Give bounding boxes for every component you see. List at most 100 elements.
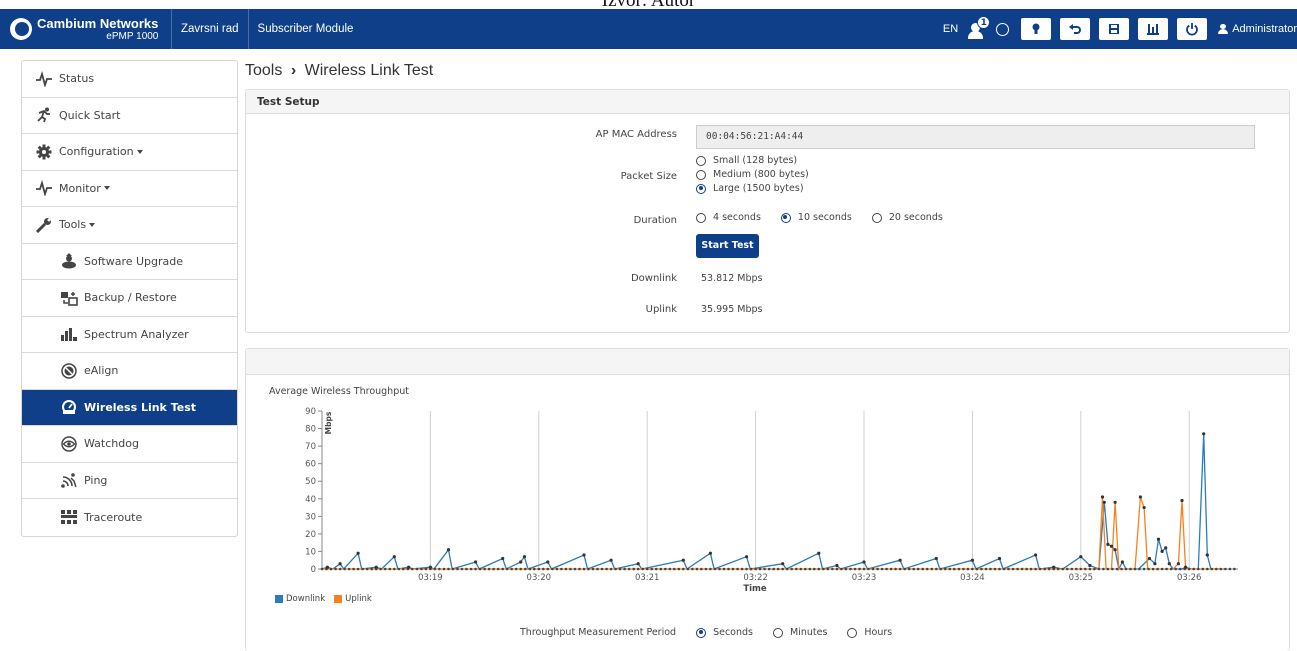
data-point-baseline <box>898 567 902 571</box>
data-point-baseline <box>555 567 559 571</box>
sidebar-item-watchdog[interactable]: Watchdog <box>22 426 237 463</box>
data-point-baseline <box>636 567 640 571</box>
data-point-baseline <box>767 567 771 571</box>
duration-4s-radio[interactable]: 4 seconds <box>696 212 761 223</box>
data-point-baseline <box>840 567 843 571</box>
figure-caption: Izvor: Autor <box>0 0 1297 9</box>
sidebar-item-quick-start[interactable]: Quick Start <box>22 98 237 134</box>
sidebar-item-software-upgrade[interactable]: Software Upgrade <box>22 244 237 280</box>
data-point-baseline <box>1020 567 1024 571</box>
data-point-baseline <box>849 567 852 571</box>
bars-icon <box>60 326 78 342</box>
save-button[interactable] <box>1099 18 1130 40</box>
lightbulb-button[interactable] <box>1021 18 1052 40</box>
period-minutes-radio[interactable]: Minutes <box>773 627 827 638</box>
data-point-baseline <box>1228 567 1232 571</box>
logout-button[interactable] <box>1177 18 1208 40</box>
undo-button[interactable] <box>1060 18 1091 40</box>
data-point-baseline <box>347 567 351 571</box>
data-point-baseline <box>957 567 961 571</box>
period-seconds-radio[interactable]: Seconds <box>696 627 753 638</box>
data-point-baseline <box>980 567 983 571</box>
data-point-baseline <box>939 567 943 571</box>
data-point-downlink <box>781 562 785 566</box>
data-point-uplink <box>1176 562 1180 566</box>
data-point-baseline <box>962 567 965 571</box>
sidebar-item-configuration[interactable]: Configuration <box>22 134 237 171</box>
start-test-button[interactable]: Start Test <box>696 234 759 258</box>
data-point-baseline <box>889 567 893 571</box>
duration-10s-radio[interactable]: 10 seconds <box>780 212 852 223</box>
chart-legend: Downlink Uplink <box>275 594 372 604</box>
data-point-baseline <box>749 567 753 571</box>
radio-label: 10 seconds <box>797 212 852 223</box>
gear-icon <box>35 144 53 160</box>
data-point-baseline <box>953 567 956 571</box>
data-point-baseline <box>1061 567 1064 571</box>
data-point-baseline <box>817 567 821 571</box>
brand-logo[interactable]: Cambium Networks ePMP 1000 <box>0 9 172 49</box>
sidebar-item-backup-restore[interactable]: Backup / Restore <box>22 280 237 317</box>
data-point-baseline <box>921 567 924 571</box>
data-point-baseline <box>578 567 581 571</box>
data-point-baseline <box>781 567 784 571</box>
data-point-downlink <box>356 551 360 555</box>
data-point-baseline <box>1165 567 1168 571</box>
data-point-baseline <box>411 567 414 571</box>
data-point-baseline <box>352 567 355 571</box>
ap-mac-input[interactable]: 00:04:56:21:A4:44 <box>696 125 1255 149</box>
data-point-baseline <box>469 567 473 571</box>
sidebar-item-ping[interactable]: Ping <box>22 463 237 499</box>
data-point-baseline <box>1038 567 1042 571</box>
data-point-downlink <box>407 565 411 569</box>
sidebar-item-ealign[interactable]: eAlign <box>22 353 237 390</box>
data-point-baseline <box>645 567 649 571</box>
data-point-baseline <box>776 567 780 571</box>
data-point-baseline <box>492 567 495 571</box>
data-point-baseline <box>402 567 405 571</box>
radio-label: Hours <box>864 627 893 638</box>
data-point-downlink <box>1205 553 1209 557</box>
data-point-baseline <box>542 567 545 571</box>
backup-icon <box>60 290 78 306</box>
y-tick-label: 90 <box>305 407 316 417</box>
data-point-baseline <box>379 567 382 571</box>
data-point-downlink <box>636 562 640 566</box>
sidebar-item-status[interactable]: Status <box>22 61 237 98</box>
language-selector[interactable]: EN <box>943 23 958 35</box>
legend-uplink[interactable]: Uplink <box>334 594 372 604</box>
data-point-baseline <box>569 567 572 571</box>
data-point-baseline <box>1129 567 1132 571</box>
data-point-baseline <box>1142 567 1146 571</box>
reboot-device-button[interactable] <box>1138 18 1169 40</box>
user-menu[interactable]: Administrator <box>1218 23 1297 35</box>
sidebar-item-monitor[interactable]: Monitor <box>22 171 237 207</box>
sidebar-item-spectrum-analyzer[interactable]: Spectrum Analyzer <box>22 317 237 353</box>
data-point-baseline <box>844 567 848 571</box>
legend-downlink[interactable]: Downlink <box>275 594 325 604</box>
period-label: Throughput Measurement Period <box>520 627 677 638</box>
data-point-baseline <box>1233 567 1236 571</box>
brand-model: ePMP 1000 <box>106 30 159 42</box>
data-point-baseline <box>654 567 658 571</box>
data-point-baseline <box>916 567 920 571</box>
data-point-baseline <box>907 567 911 571</box>
throughput-chart: 03:19 03:20 03:21 03:22 03:23 03:24 03:25 03:26… <box>305 407 1238 593</box>
sidebar-item-traceroute[interactable]: Traceroute <box>22 499 237 536</box>
packet-size-medium-radio[interactable]: Medium (800 bytes) <box>696 169 809 180</box>
data-point-baseline <box>460 567 464 571</box>
data-point-downlink <box>1202 432 1206 436</box>
period-hours-radio[interactable]: Hours <box>847 627 892 638</box>
data-point-uplink <box>1180 498 1184 503</box>
globe-icon[interactable] <box>996 22 1010 36</box>
data-point-downlink <box>970 558 975 562</box>
duration-20s-radio[interactable]: 20 seconds <box>871 212 943 223</box>
breadcrumb-section[interactable]: Tools <box>245 62 282 79</box>
uplink-value: 35.995 Mbps <box>701 304 763 315</box>
packet-size-large-radio[interactable]: Large (1500 bytes) <box>696 183 809 194</box>
packet-size-small-radio[interactable]: Small (128 bytes) <box>696 155 809 166</box>
x-tick-label: 03:21 <box>635 573 660 583</box>
sidebar-item-wireless-link-test[interactable]: Wireless Link Test <box>22 389 237 426</box>
notifications-icon[interactable]: 1 <box>968 16 991 39</box>
sidebar-item-tools[interactable]: Tools <box>22 207 237 244</box>
